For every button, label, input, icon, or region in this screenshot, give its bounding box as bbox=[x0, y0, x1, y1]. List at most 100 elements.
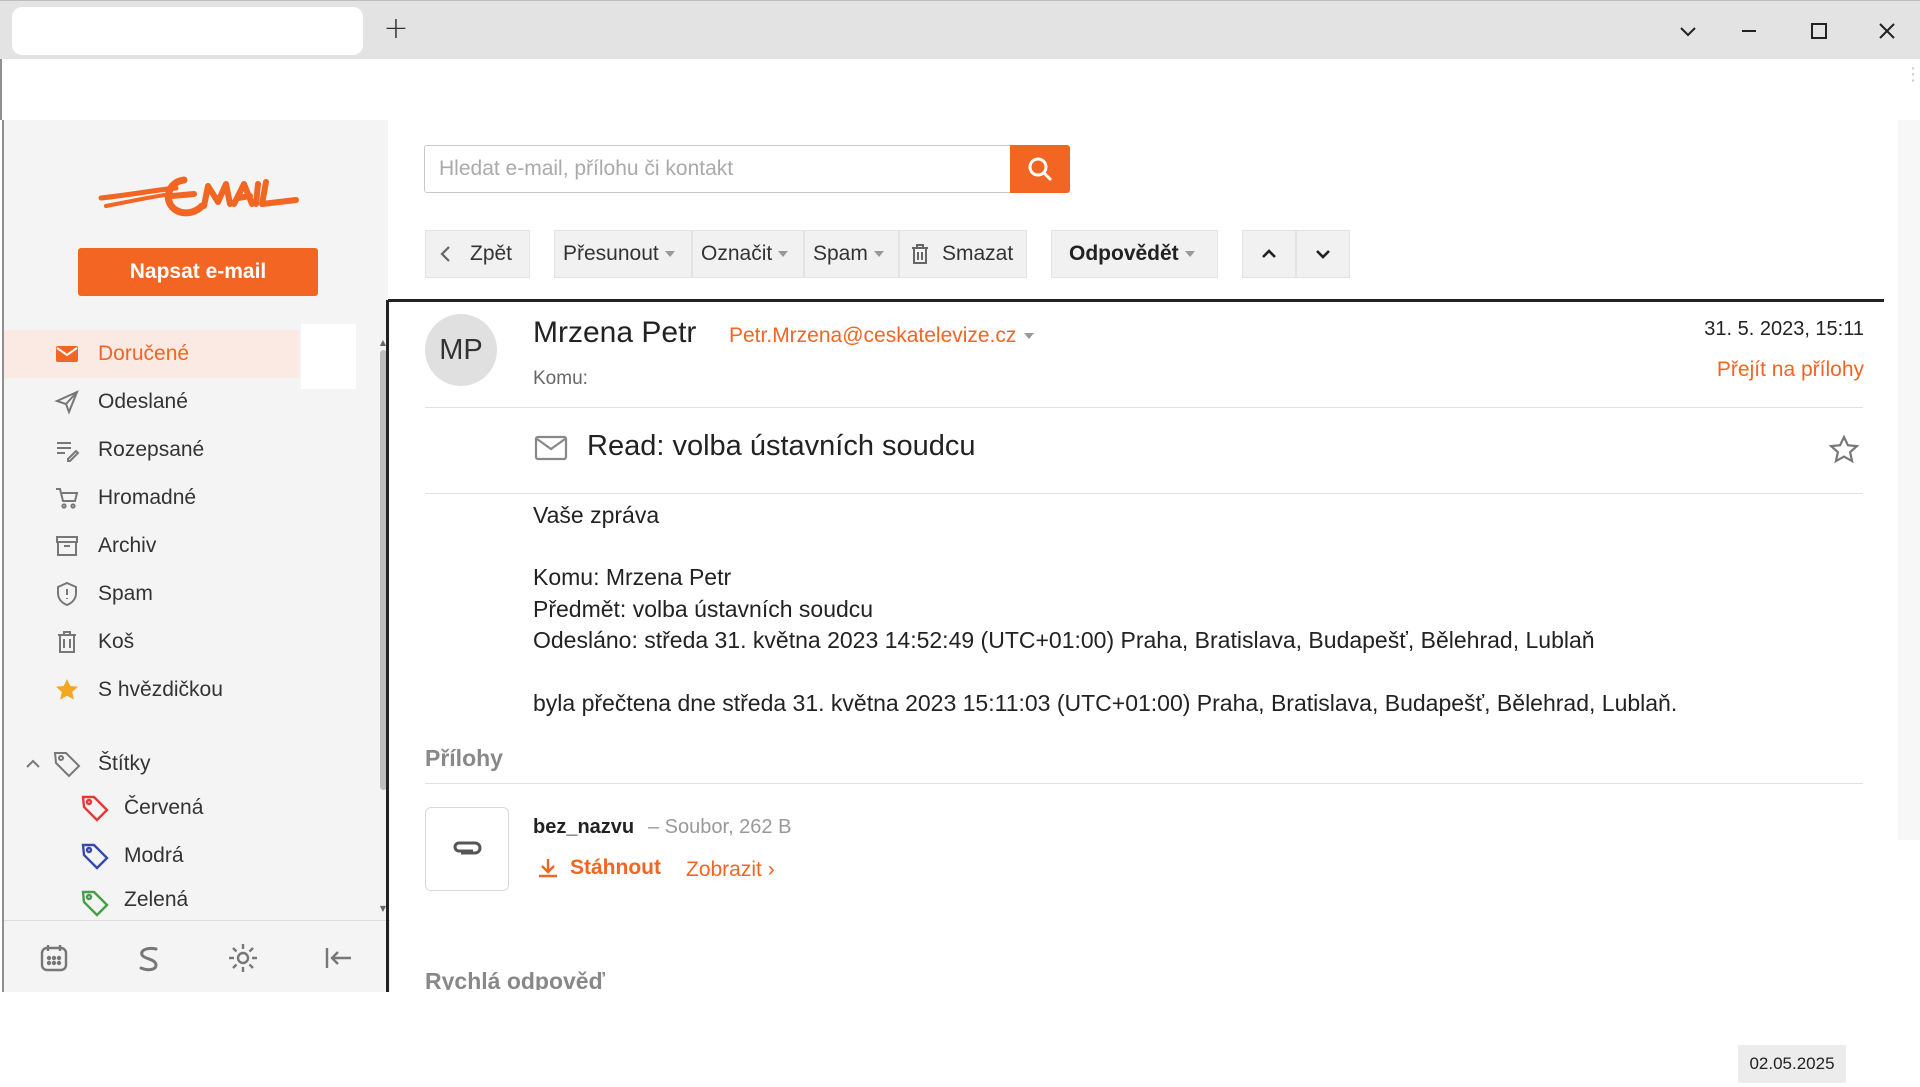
spam-label: Spam bbox=[813, 242, 868, 265]
spam-button[interactable]: Spam bbox=[804, 230, 899, 278]
move-label: Přesunout bbox=[563, 242, 659, 265]
maximize-icon[interactable] bbox=[1803, 15, 1835, 47]
sidebar-item-label: Koš bbox=[98, 630, 135, 653]
chevron-up-icon bbox=[1262, 249, 1276, 258]
search-input[interactable] bbox=[425, 146, 1011, 192]
gear-icon[interactable] bbox=[226, 941, 260, 975]
body-line: Komu: Mrzena Petr bbox=[533, 564, 732, 590]
sidebar-bottom-bar bbox=[4, 920, 390, 992]
subject-divider bbox=[425, 493, 1863, 494]
sidebar-item-label: Odeslané bbox=[98, 390, 188, 413]
sidebar-item-label: Spam bbox=[98, 582, 153, 605]
attachment-meta: – Soubor, 262 B bbox=[648, 816, 792, 838]
label-item-blue[interactable]: Modrá bbox=[80, 834, 184, 878]
envelope-icon bbox=[533, 430, 569, 466]
quick-reply-title: Rychlá odpověď bbox=[425, 968, 606, 990]
download-link[interactable]: Stáhnout bbox=[536, 856, 661, 880]
close-window-icon[interactable] bbox=[1871, 15, 1903, 47]
caret-down-icon bbox=[778, 251, 789, 257]
active-item-highlight bbox=[301, 324, 356, 389]
label-name: Červená bbox=[124, 796, 204, 819]
seznam-s-icon[interactable] bbox=[132, 941, 166, 975]
labels-section-header[interactable]: Štítky bbox=[24, 742, 151, 786]
blue-tag-icon bbox=[80, 841, 110, 871]
trash-icon bbox=[912, 244, 928, 264]
sidebar: Napsat e-mail Doručené Odeslané Rozepsan… bbox=[2, 120, 390, 992]
minimize-icon[interactable] bbox=[1733, 15, 1765, 47]
caret-down-icon bbox=[664, 251, 675, 257]
sidebar-item-archive[interactable]: Archiv bbox=[4, 522, 374, 570]
browser-tab[interactable] bbox=[12, 7, 363, 55]
download-label: Stáhnout bbox=[570, 856, 661, 879]
label-item-red[interactable]: Červená bbox=[80, 786, 203, 830]
label-name: Zelená bbox=[124, 888, 189, 911]
sidebar-item-bulk[interactable]: Hromadné bbox=[4, 474, 374, 522]
sidebar-item-trash[interactable]: Koš bbox=[4, 618, 374, 666]
sidebar-item-label: Rozepsané bbox=[98, 438, 205, 461]
body-line: Předmět: volba ústavních soudcu bbox=[533, 596, 874, 622]
more-options-icon[interactable]: ⋮ bbox=[1904, 66, 1920, 110]
search-icon bbox=[1028, 157, 1053, 182]
desktop-bottom bbox=[0, 992, 1920, 1087]
label-name: Modrá bbox=[124, 844, 184, 867]
delete-button[interactable]: Smazat bbox=[899, 230, 1027, 278]
trash-icon bbox=[52, 627, 82, 657]
sidebar-item-label: Hromadné bbox=[98, 486, 197, 509]
message-date: 31. 5. 2023, 15:11 bbox=[1704, 318, 1864, 340]
chevron-down-icon bbox=[1316, 250, 1330, 259]
message-frame-top bbox=[388, 299, 1884, 302]
goto-attachments-link[interactable]: Přejít na přílohy bbox=[1717, 358, 1864, 382]
taskbar-date: 02.05.2025 bbox=[1738, 1045, 1846, 1083]
sender-email[interactable]: Petr.Mrzena@ceskatelevize.cz bbox=[729, 324, 1035, 348]
address-bar-area bbox=[0, 59, 1920, 120]
mark-button[interactable]: Označit bbox=[692, 230, 804, 278]
labels-title: Štítky bbox=[98, 752, 151, 775]
page-right-edge bbox=[1898, 120, 1920, 840]
compose-button[interactable]: Napsat e-mail bbox=[78, 248, 318, 296]
next-message-button[interactable] bbox=[1296, 230, 1350, 278]
sidebar-item-inbox[interactable]: Doručené bbox=[4, 330, 299, 378]
move-button[interactable]: Přesunout bbox=[554, 230, 692, 278]
inbox-icon bbox=[52, 339, 82, 369]
calendar-icon[interactable] bbox=[37, 941, 71, 975]
collapse-sidebar-icon[interactable] bbox=[321, 941, 355, 975]
header-divider bbox=[425, 407, 1863, 408]
drafts-icon bbox=[52, 435, 82, 465]
sender-name[interactable]: Mrzena Petr bbox=[533, 316, 696, 350]
attachments-title: Přílohy bbox=[425, 745, 503, 771]
tag-icon bbox=[52, 749, 82, 779]
star-outline-icon[interactable] bbox=[1828, 434, 1860, 466]
avatar: MP bbox=[425, 314, 497, 386]
previous-message-button[interactable] bbox=[1242, 230, 1296, 278]
sidebar-item-spam[interactable]: Spam bbox=[4, 570, 374, 618]
caret-down-icon bbox=[873, 251, 884, 257]
sidebar-item-label: S hvězdičkou bbox=[98, 678, 223, 701]
shield-icon bbox=[52, 579, 82, 609]
sidebar-item-label: Archiv bbox=[98, 534, 157, 557]
sidebar-item-starred[interactable]: S hvězdičkou bbox=[4, 666, 374, 714]
email-logo[interactable] bbox=[96, 160, 306, 230]
attachments-divider bbox=[425, 783, 1863, 784]
search-input-wrapper bbox=[424, 145, 1012, 193]
content-divider bbox=[386, 300, 389, 992]
archive-icon bbox=[52, 531, 82, 561]
reply-button[interactable]: Odpovědět bbox=[1051, 230, 1218, 278]
view-link[interactable]: Zobrazit › bbox=[686, 858, 775, 882]
attachment-thumbnail[interactable] bbox=[425, 807, 509, 891]
tab-list-chevron-icon[interactable] bbox=[1672, 15, 1704, 47]
recipient-label: Komu: bbox=[533, 368, 588, 389]
message-subject: Read: volba ústavních soudcu bbox=[587, 430, 976, 462]
search-button[interactable] bbox=[1010, 145, 1070, 193]
download-icon bbox=[539, 859, 557, 878]
back-label: Zpět bbox=[470, 242, 513, 265]
body-line: Odesláno: středa 31. května 2023 14:52:4… bbox=[533, 627, 1595, 653]
back-button[interactable]: Zpět bbox=[425, 230, 530, 278]
label-item-green[interactable]: Zelená bbox=[80, 882, 188, 920]
sidebar-item-drafts[interactable]: Rozepsané bbox=[4, 426, 374, 474]
paperclip-icon bbox=[453, 841, 482, 855]
new-tab-button[interactable]: + bbox=[380, 11, 412, 49]
star-icon bbox=[52, 675, 82, 705]
chevron-left-icon bbox=[440, 246, 450, 262]
body-line: Vaše zpráva bbox=[533, 502, 660, 528]
caret-down-icon bbox=[1024, 333, 1035, 339]
